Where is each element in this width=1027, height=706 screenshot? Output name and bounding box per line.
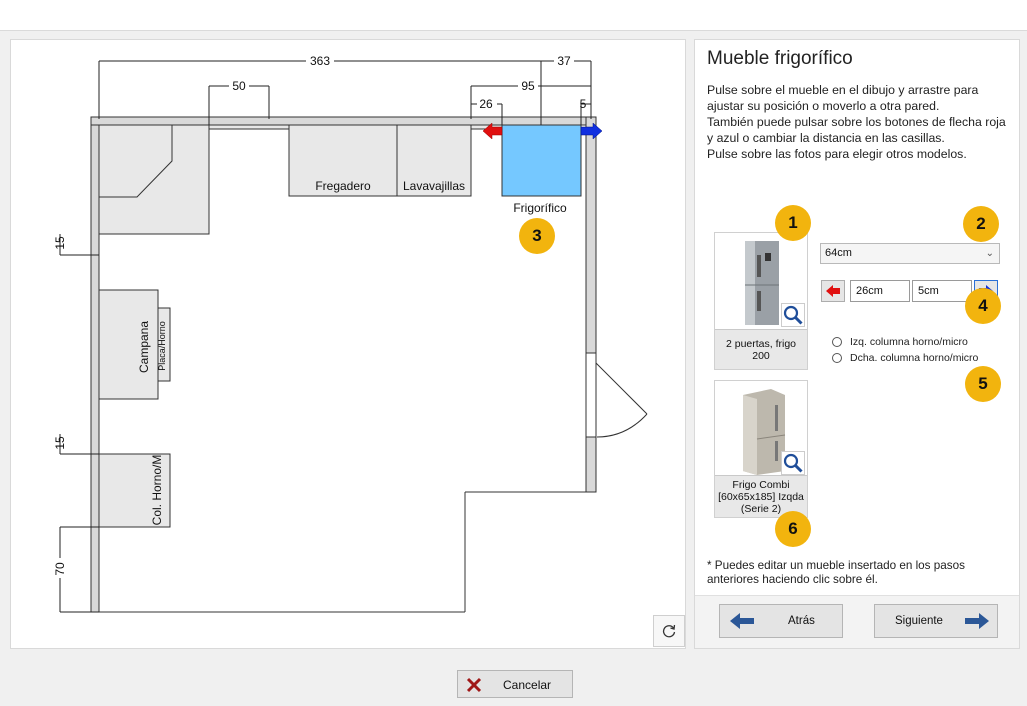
door-opening (585, 352, 597, 438)
floor-plan-svg[interactable]: Fregadero Lavavajillas Frigorífico Campa… (11, 40, 687, 650)
edit-note: * Puedes editar un mueble insertado en l… (707, 559, 965, 586)
zoom-photo-1-button[interactable] (781, 303, 805, 327)
model-photo-1[interactable]: 2 puertas, frigo 200 (714, 232, 808, 370)
dim-37: 37 (557, 54, 571, 68)
dim-26: 26 (479, 97, 493, 111)
wall-left (90, 116, 100, 613)
refresh-icon (662, 624, 676, 638)
arrow-left-icon (730, 613, 754, 629)
dim-5: 5 (580, 97, 587, 111)
label-sink: Fregadero (315, 179, 371, 193)
next-button-label: Siguiente (895, 615, 943, 627)
model-photo-2[interactable]: Frigo Combi [60x65x185] Izqda (Serie 2) (714, 380, 808, 518)
cancel-button-label: Cancelar (503, 678, 552, 692)
panel-title: Mueble frigorífico (707, 48, 853, 69)
radio-right-label: Dcha. columna horno/micro (850, 352, 979, 364)
width-select-value: 64cm (825, 247, 852, 259)
chevron-down-icon: ⌄ (985, 248, 994, 259)
cancel-button[interactable]: Cancelar (457, 670, 573, 698)
move-left-button[interactable] (821, 280, 845, 302)
dim-70: 70 (53, 562, 67, 576)
wall-top (90, 116, 597, 126)
reset-view-button[interactable] (653, 615, 685, 647)
step-badge-5: 5 (965, 366, 1001, 402)
magnifier-icon (783, 305, 803, 325)
dim-50: 50 (232, 79, 246, 93)
side-panel: Mueble frigorífico Pulse sobre el mueble… (694, 39, 1020, 649)
step-badge-4: 4 (965, 288, 1001, 324)
window-title-bar (0, 0, 1027, 31)
side-footer: Atrás Siguiente (695, 595, 1019, 648)
step-badge-2: 2 (963, 206, 999, 242)
dim-363: 363 (310, 54, 330, 68)
radio-left-circle[interactable] (832, 337, 842, 347)
right-distance-input[interactable]: 5cm (912, 280, 972, 302)
label-fridge: Frigorífico (513, 201, 567, 215)
dim-15-bottom: 15 (53, 436, 67, 450)
close-icon (466, 677, 482, 693)
zoom-photo-2-button[interactable] (781, 451, 805, 475)
label-oven-column: Col. Horno/M (150, 455, 164, 526)
arrow-right-icon (965, 613, 989, 629)
step-badge-3: 3 (519, 218, 555, 254)
magnifier-icon (783, 453, 803, 473)
dim-95: 95 (521, 79, 535, 93)
photo-1-caption: 2 puertas, frigo 200 (715, 329, 807, 369)
radio-left-column[interactable]: Izq. columna horno/micro (832, 336, 968, 348)
floor-plan-canvas[interactable]: Fregadero Lavavajillas Frigorífico Campa… (10, 39, 686, 649)
red-arrow-left-icon (826, 285, 840, 297)
label-hood: Campana (137, 321, 151, 373)
step-badge-1: 1 (775, 205, 811, 241)
fridge-unit[interactable] (501, 124, 582, 197)
instructions-text: Pulse sobre el mueble en el dibujo y arr… (707, 83, 1006, 161)
dim-15-top: 15 (53, 236, 67, 250)
radio-right-column[interactable]: Dcha. columna horno/micro (832, 352, 978, 364)
back-button[interactable]: Atrás (719, 604, 843, 638)
left-distance-input[interactable]: 26cm (850, 280, 910, 302)
label-dishwasher: Lavavajillas (403, 179, 465, 193)
radio-right-circle[interactable] (832, 353, 842, 363)
radio-left-label: Izq. columna horno/micro (850, 336, 968, 348)
back-button-label: Atrás (788, 615, 815, 627)
next-button[interactable]: Siguiente (874, 604, 998, 638)
label-hob: Placa/Horno (157, 321, 167, 371)
width-select[interactable]: 64cm ⌄ (820, 243, 1000, 264)
step-badge-6: 6 (775, 511, 811, 547)
